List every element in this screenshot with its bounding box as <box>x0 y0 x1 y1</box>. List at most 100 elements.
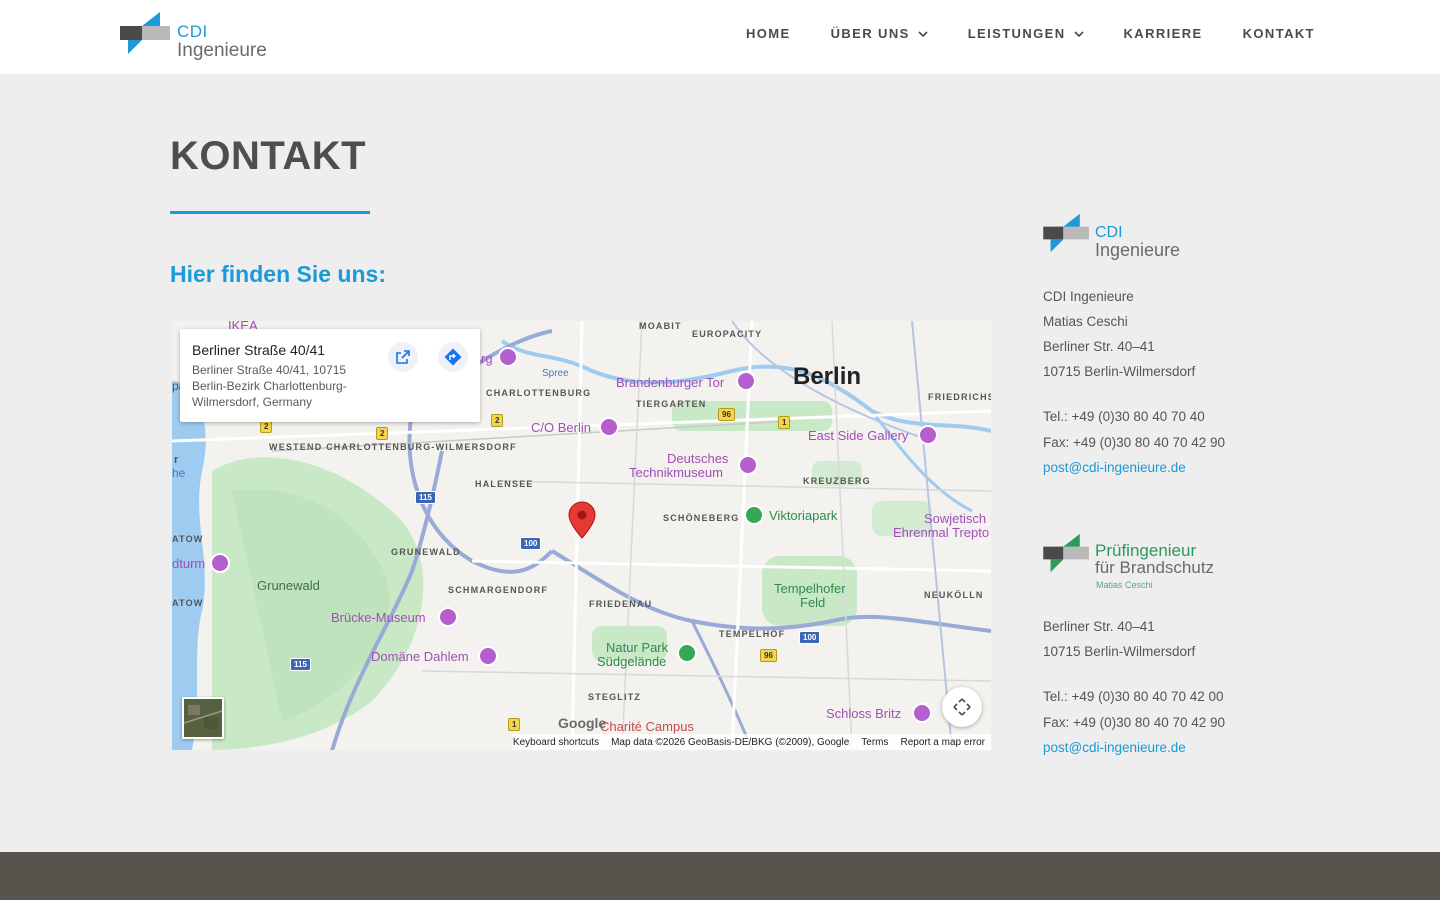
cdi-phone: Tel.: +49 (0)30 80 40 70 40 <box>1043 409 1205 424</box>
cdi-email-link[interactable]: post@cdi-ingenieure.de <box>1043 460 1186 475</box>
title-underline <box>170 211 370 214</box>
place-card-title: Berliner Straße 40/41 <box>192 342 326 358</box>
directions-button[interactable] <box>438 342 468 372</box>
external-link-icon <box>396 350 410 364</box>
poi-icon <box>599 417 619 437</box>
poi-icon <box>210 553 230 573</box>
site-footer <box>0 852 1440 900</box>
cdi-logo[interactable]: CDI Ingenieure <box>120 10 280 64</box>
brand-phone: Tel.: +49 (0)30 80 40 70 42 00 <box>1043 689 1224 704</box>
map-data-text: Map data ©2026 GeoBasis-DE/BKG (©2009), … <box>611 736 850 748</box>
cdi-fax: Fax: +49 (0)30 80 40 70 42 90 <box>1043 435 1226 450</box>
satellite-toggle[interactable] <box>182 697 224 739</box>
map-label-charite: Charité Campus <box>600 719 694 734</box>
chevron-down-icon <box>1073 30 1084 37</box>
nav-leistungen[interactable]: LEISTUNGEN <box>968 26 1084 41</box>
map-label-he: he <box>172 466 186 480</box>
park-icon <box>677 643 697 663</box>
map-label-tow2: ATOW <box>172 598 204 608</box>
map-label-technik1: Deutsches <box>667 451 729 466</box>
map-label-grunewald: Grunewald <box>257 578 320 593</box>
cdi-company-name: CDI Ingenieure <box>1043 289 1134 304</box>
poi-icon <box>498 347 518 367</box>
map-label-schmargendorf: SCHMARGENDORF <box>448 585 549 595</box>
map-label-schoeneberg: SCHÖNEBERG <box>663 513 740 523</box>
map-label-halensee: HALENSEE <box>475 479 534 489</box>
logo-line2: Ingenieure <box>177 40 267 61</box>
logo-line1: CDI <box>177 22 208 41</box>
nav-karriere[interactable]: KARRIERE <box>1124 26 1203 41</box>
site-header: CDI Ingenieure HOME ÜBER UNS LEISTUNGEN … <box>0 0 1440 74</box>
map-label-steglitz: STEGLITZ <box>588 692 642 702</box>
nav-home-label: HOME <box>745 26 791 41</box>
brandschutz-logo: Prüfingenieur für Brandschutz Matias Ces… <box>1043 530 1233 594</box>
map-label-domaene: Domäne Dahlem <box>371 649 469 664</box>
map-label-viktoriapark: Viktoriapark <box>769 508 838 523</box>
map-label-tempelhof: TEMPELHOF <box>719 629 786 639</box>
cdi-street: Berliner Str. 40–41 <box>1043 339 1155 354</box>
poi-icon <box>478 646 498 666</box>
map-label-co-berlin: C/O Berlin <box>531 420 591 435</box>
nav-kontakt[interactable]: KONTAKT <box>1243 26 1315 41</box>
location-pin-icon[interactable] <box>568 501 596 539</box>
road-shield: 96 <box>718 408 735 421</box>
nav-ueber-uns[interactable]: ÜBER UNS <box>831 26 928 41</box>
nav-leistungen-label: LEISTUNGEN <box>967 26 1066 41</box>
map-label-moabit: MOABIT <box>639 321 682 331</box>
brand-logo-line2: für Brandschutz <box>1095 558 1215 577</box>
poi-icon <box>912 703 932 723</box>
brandschutz-logo-icon <box>1043 533 1089 573</box>
brand-street: Berliner Str. 40–41 <box>1043 619 1155 634</box>
map-attribution: Keyboard shortcuts Map data ©2026 GeoBas… <box>512 734 991 750</box>
road-shield: 100 <box>520 537 542 550</box>
road-shield: 1 <box>778 416 791 429</box>
chevron-down-icon <box>918 30 928 37</box>
map-label-technik2: Technikmuseum <box>629 465 723 480</box>
cdi-logo-icon <box>1043 213 1089 253</box>
map-label-europacity: EUROPACITY <box>692 329 763 339</box>
map-place-card: Berliner Straße 40/41 Berliner Straße 40… <box>180 329 480 422</box>
cdi-city: 10715 Berlin-Wilmersdorf <box>1043 364 1196 379</box>
map-label-r: r <box>174 454 180 466</box>
road-shield: 96 <box>760 649 777 662</box>
poi-icon <box>736 371 756 391</box>
map-label-turm: dturm <box>172 556 206 571</box>
map-label-friedenau: FRIEDENAU <box>589 599 653 609</box>
nav-karriere-label: KARRIERE <box>1123 26 1203 41</box>
google-logo: Google <box>558 715 607 731</box>
road-shield: 2 <box>376 427 389 440</box>
google-map[interactable]: MOABIT EUROPACITY Spree CHARLOTTENBURG B… <box>172 321 991 750</box>
nav-ueber-uns-label: ÜBER UNS <box>830 26 910 41</box>
map-label-naturpark2: Südgelände <box>597 654 667 669</box>
main-nav: HOME ÜBER UNS LEISTUNGEN KARRIERE KONTAK… <box>706 26 1315 41</box>
map-label-kreuzberg: KREUZBERG <box>803 476 871 486</box>
fullscreen-button[interactable] <box>942 687 982 727</box>
map-label-spree: Spree <box>542 368 569 379</box>
report-error-link[interactable]: Report a map error <box>901 737 985 748</box>
map-label-berlin: Berlin <box>793 363 862 390</box>
brand-email-link[interactable]: post@cdi-ingenieure.de <box>1043 740 1186 755</box>
poi-icon <box>918 425 938 445</box>
cdi-logo-icon <box>120 12 170 54</box>
place-card-address: Berliner Straße 40/41, 10715 Berlin-Bezi… <box>192 363 347 409</box>
road-shield: 115 <box>290 658 311 671</box>
map-label-grunewald-district: GRUNEWALD <box>391 547 461 557</box>
map-label-westend: WESTEND CHARLOTTENBURG-WILMERSDORF <box>269 442 517 452</box>
poi-icon <box>438 607 458 627</box>
terms-link[interactable]: Terms <box>861 737 888 748</box>
page-title: KONTAKT <box>170 134 367 178</box>
sidebar-cdi-logo: CDI Ingenieure <box>1043 212 1203 262</box>
map-label-schlossbritz: Schloss Britz <box>826 706 902 721</box>
road-shield: 1 <box>508 718 521 731</box>
fullscreen-icon <box>953 698 971 716</box>
brand-logo-line3: Matias Ceschi <box>1096 580 1153 590</box>
nav-kontakt-label: KONTAKT <box>1242 26 1315 41</box>
road-shield: 115 <box>415 491 436 504</box>
map-label-tempelhoferfeld1: Tempelhofer <box>774 581 846 596</box>
poi-icon <box>738 455 758 475</box>
cdi-contact-person: Matias Ceschi <box>1043 314 1128 329</box>
open-in-maps-button[interactable] <box>388 342 418 372</box>
directions-icon <box>444 348 462 366</box>
keyboard-shortcuts-link[interactable]: Keyboard shortcuts <box>513 737 599 748</box>
nav-home[interactable]: HOME <box>746 26 791 41</box>
